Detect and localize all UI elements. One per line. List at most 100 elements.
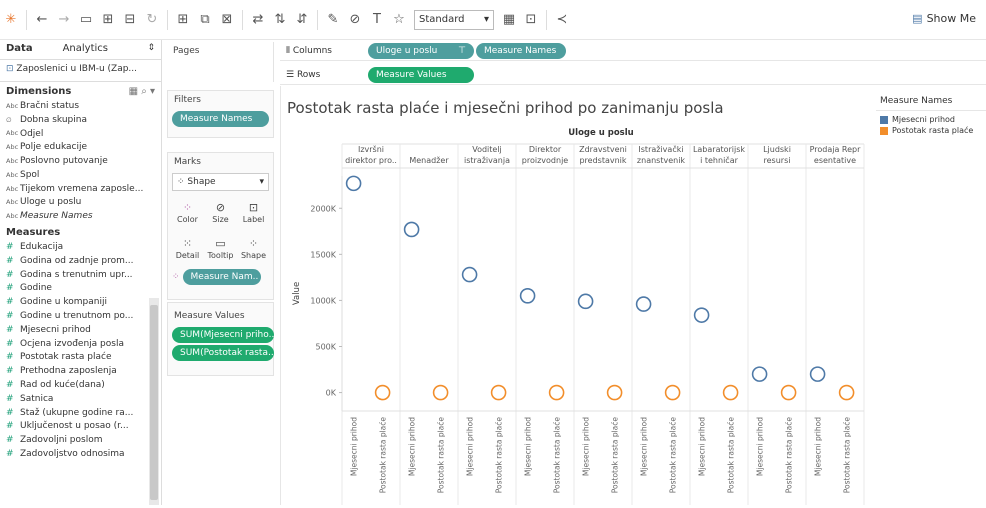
mark-type-select[interactable]: ⁘ Shape ▾ [172,173,269,191]
highlight-icon[interactable]: ✎ [324,11,342,29]
legend-item[interactable]: Mjesecni prihod [876,114,986,125]
detail-button[interactable]: ⁙ Detail [172,231,203,265]
columns-pill-uloge[interactable]: Uloge u poslu ⊤ [368,42,474,59]
sort-descending-icon[interactable]: ⇵ [293,11,311,29]
dimension-field[interactable]: Abc Uloge u poslu [0,196,161,210]
category-label: istraživanja [464,156,510,165]
measure-field[interactable]: # Godina s trenutnim upr... [0,268,161,282]
color-button[interactable]: ⁘ Color [172,195,203,229]
measure-type-icon: # [6,255,14,266]
data-point-mjesecni-prihod[interactable] [577,293,594,310]
data-point-postotak-rasta[interactable] [548,384,565,401]
dimension-field[interactable]: Abc Measure Names [0,209,161,223]
share-icon[interactable]: ≺ [553,11,571,29]
presentation-icon[interactable]: ⊡ [522,11,540,29]
data-point-postotak-rasta[interactable] [490,384,507,401]
search-icon[interactable]: ▦ ⌕ ▾ [129,86,155,97]
tooltip-button[interactable]: ▭ Tooltip [205,231,236,265]
columns-shelf[interactable]: ⦀ Columns Uloge u poslu ⊤ Measure Names [280,41,986,61]
filter-pill-measure-names[interactable]: Measure Names [172,111,269,127]
measure-field[interactable]: # Edukacija [0,240,161,254]
duplicate-sheet-icon[interactable]: ⧉ [196,11,214,29]
rows-shelf[interactable]: ☰ Rows Measure Values [280,65,986,85]
size-button[interactable]: ⊘ Size [205,195,236,229]
measure-field[interactable]: # Satnica [0,392,161,406]
scrollbar-thumb[interactable] [150,305,158,500]
label-label: Label [242,214,265,224]
data-point-mjesecni-prihod[interactable] [693,307,710,323]
dimension-field[interactable]: Abc Polje edukacije [0,140,161,154]
dimension-field[interactable]: Abc Bračni status [0,99,161,113]
data-point-mjesecni-prihod[interactable] [403,221,420,238]
legend-item[interactable]: Postotak rasta plaće [876,125,986,136]
mv-pill-postotak[interactable]: SUM(Postotak rasta... [172,345,274,361]
fit-select[interactable]: Standard ▾ [414,9,494,30]
refresh-icon[interactable]: ↻ [143,11,161,29]
pause-updates-icon[interactable]: ⊟ [121,11,139,29]
forward-icon[interactable]: → [55,11,73,29]
measure-field[interactable]: # Ocjena izvođenja posla [0,337,161,351]
x-sublabel: Postotak rasta plaće [727,417,736,494]
tab-menu-icon[interactable]: ⇕ [141,40,161,59]
measure-field[interactable]: # Rad od kuće(dana) [0,378,161,392]
data-point-postotak-rasta[interactable] [606,384,623,401]
y-tick-label: 0K [326,389,337,398]
data-point-mjesecni-prihod[interactable] [809,366,826,382]
measure-field[interactable]: # Godine [0,282,161,296]
columns-pill-measure-names[interactable]: Measure Names [476,42,566,59]
group-icon[interactable]: ⊘ [346,11,364,29]
show-cards-icon[interactable]: ▦ [500,11,518,29]
legend-swatch [880,126,888,135]
data-point-mjesecni-prihod[interactable] [751,366,768,382]
tab-analytics[interactable]: Analytics [57,40,114,59]
mv-pill-mjesecni[interactable]: SUM(Mjesecni priho... [172,327,274,343]
dimension-field[interactable]: Abc Poslovno putovanje [0,154,161,168]
filters-card[interactable]: Filters Measure Names [167,90,274,138]
measure-field[interactable]: # Mjesecni prihod [0,323,161,337]
data-point-mjesecni-prihod[interactable] [519,288,536,304]
data-point-postotak-rasta[interactable] [374,384,391,401]
dimensions-header: Dimensions ▦ ⌕ ▾ [0,82,161,99]
new-worksheet-icon[interactable]: ⊞ [174,11,192,29]
rows-pill-measure-values[interactable]: Measure Values [368,66,474,83]
datasource-item[interactable]: ⊡ Zaposlenici u IBM-u (Zap... [0,60,161,82]
data-point-mjesecni-prihod[interactable] [345,175,362,192]
tab-data[interactable]: Data [0,40,39,59]
measure-field[interactable]: # Godine u kompaniji [0,295,161,309]
measure-field[interactable]: # Zadovoljstvo odnosima [0,447,161,461]
data-point-postotak-rasta[interactable] [780,384,797,401]
show-labels-icon[interactable]: T [368,11,386,29]
dimension-field[interactable]: Abc Odjel [0,127,161,141]
new-datasource-icon[interactable]: ⊞ [99,11,117,29]
sort-ascending-icon[interactable]: ⇅ [271,11,289,29]
x-sublabel: Postotak rasta plaće [669,417,678,494]
label-button[interactable]: ⊡ Label [238,195,269,229]
measure-field[interactable]: # Godine u trenutnom po... [0,309,161,323]
pages-card[interactable]: Pages [167,42,274,82]
data-point-postotak-rasta[interactable] [838,384,855,401]
shape-button[interactable]: ⁘ Shape [238,231,269,265]
data-point-mjesecni-prihod[interactable] [635,296,652,312]
data-point-postotak-rasta[interactable] [432,384,449,401]
clear-sheet-icon[interactable]: ⊠ [218,11,236,29]
show-me-button[interactable]: ▤ Show Me [912,12,976,25]
measure-field[interactable]: # Staž (ukupne godine ra... [0,406,161,420]
dimension-field[interactable]: Abc Spol [0,168,161,182]
measure-field[interactable]: # Godina od zadnje prom... [0,254,161,268]
back-icon[interactable]: ← [33,11,51,29]
dimension-type-icon: Abc [6,143,19,152]
measure-field[interactable]: # Uključenost u posao (r... [0,420,161,434]
tableau-logo-icon[interactable]: ✳ [2,11,20,29]
data-point-postotak-rasta[interactable] [722,384,739,401]
measure-field[interactable]: # Prethodna zaposlenja [0,364,161,378]
save-icon[interactable]: ▭ [77,11,95,29]
data-point-postotak-rasta[interactable] [664,384,681,401]
measure-field[interactable]: # Zadovoljni poslom [0,433,161,447]
measure-field[interactable]: # Postotak rasta plaće [0,351,161,365]
dimension-field[interactable]: Abc Tijekom vremena zaposle... [0,182,161,196]
swap-rows-columns-icon[interactable]: ⇄ [249,11,267,29]
marks-pill-measure-names[interactable]: Measure Nam.. [182,269,261,285]
data-point-mjesecni-prihod[interactable] [461,266,478,283]
dimension-field[interactable]: ∅ Dobna skupina [0,113,161,127]
fix-axes-icon[interactable]: ☆ [390,11,408,29]
